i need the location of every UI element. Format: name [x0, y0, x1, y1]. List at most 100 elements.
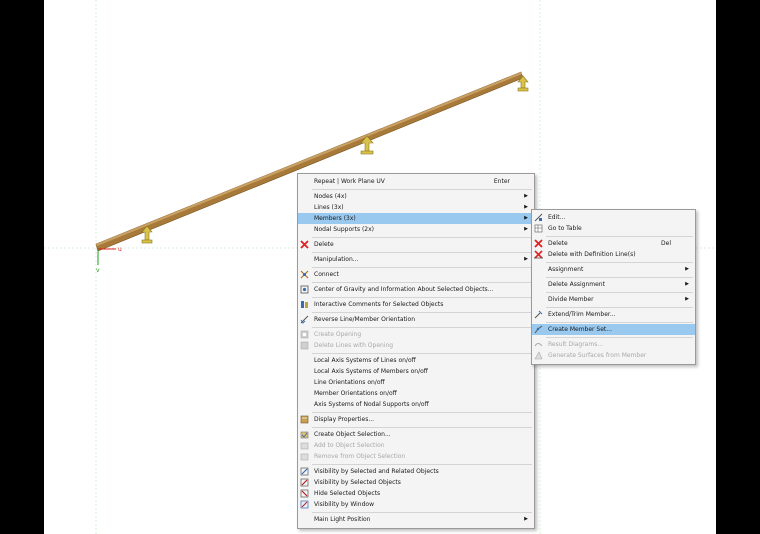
menu-item-lines-3x[interactable]: Lines (3x) ▶ [298, 202, 534, 213]
menu-item-hide-selected-objects[interactable]: Hide Selected Objects [298, 488, 534, 499]
menu-item-label: Result Diagrams... [548, 341, 604, 348]
menu-item-label: Visibility by Selected Objects [314, 479, 401, 486]
menu-separator [546, 236, 693, 237]
menu-item-delete[interactable]: Delete Del [532, 238, 695, 249]
menu-separator [312, 427, 532, 428]
menu-item-delete-lines-with-opening: Delete Lines with Opening [298, 340, 534, 351]
menu-separator [312, 312, 532, 313]
menu-item-label: Manipulation... [314, 256, 359, 263]
menu-separator [312, 412, 532, 413]
menu-item-label: Remove from Object Selection [314, 453, 406, 460]
menu-item-manipulation[interactable]: Manipulation... ▶ [298, 254, 534, 265]
menu-item-label: Members (3x) [314, 215, 356, 222]
menu-separator [312, 189, 532, 190]
axis-u-label: u [118, 246, 122, 253]
remove-selection-icon [300, 453, 309, 461]
menu-item-result-diagrams: Result Diagrams... [532, 339, 695, 350]
menu-item-go-to-table[interactable]: Go to Table [532, 223, 695, 234]
menu-separator [546, 307, 693, 308]
connect-icon [300, 270, 309, 279]
menu-item-label: Create Object Selection... [314, 431, 391, 438]
menu-item-extend-trim-member[interactable]: Extend/Trim Member... [532, 309, 695, 320]
menu-item-visibility-by-window[interactable]: Visibility by Window [298, 499, 534, 510]
submenu-arrow-icon: ▶ [524, 215, 528, 221]
menu-item-shortcut: Enter [493, 178, 510, 185]
menu-item-label: Delete [314, 241, 334, 248]
hide-selected-icon [300, 489, 309, 498]
menu-item-center-of-gravity-and-information-about-selected-objects[interactable]: Center of Gravity and Information About … [298, 284, 534, 295]
menu-item-divide-member[interactable]: Divide Member ▶ [532, 294, 695, 305]
menu-item-assignment[interactable]: Assignment ▶ [532, 264, 695, 275]
menu-item-label: Visibility by Window [314, 501, 374, 508]
menu-separator [312, 464, 532, 465]
menu-item-delete-assignment[interactable]: Delete Assignment ▶ [532, 279, 695, 290]
menu-item-label: Repeat | Work Plane UV [314, 178, 385, 185]
menu-item-visibility-by-selected-objects[interactable]: Visibility by Selected Objects [298, 477, 534, 488]
create-selection-icon [300, 431, 309, 439]
menu-item-delete[interactable]: Delete [298, 239, 534, 250]
menu-item-label: Lines (3x) [314, 204, 344, 211]
menu-item-generate-surfaces-from-member: Generate Surfaces from Member [532, 350, 695, 361]
visibility-window-icon [300, 500, 309, 509]
menu-item-display-properties[interactable]: Display Properties... [298, 414, 534, 425]
menu-item-delete-with-definition-line-s[interactable]: Delete with Definition Line(s) [532, 249, 695, 260]
menu-item-label: Member Orientations on/off [314, 390, 397, 397]
menu-item-create-object-selection[interactable]: Create Object Selection... [298, 429, 534, 440]
menu-separator [312, 512, 532, 513]
menu-item-add-to-object-selection: Add to Object Selection [298, 440, 534, 451]
menu-item-label: Nodes (4x) [314, 193, 347, 200]
context-menu: Repeat | Work Plane UV Enter Nodes (4x) ▶ Li… [297, 173, 535, 529]
submenu-arrow-icon: ▶ [524, 226, 528, 232]
menu-item-connect[interactable]: Connect [298, 269, 534, 280]
menu-separator [312, 267, 532, 268]
create-opening-icon [300, 330, 309, 339]
display-properties-icon [300, 415, 309, 424]
menu-separator [546, 322, 693, 323]
menu-item-create-opening: Create Opening [298, 329, 534, 340]
menu-item-nodes-4x[interactable]: Nodes (4x) ▶ [298, 191, 534, 202]
menu-item-label: Visibility by Selected and Related Objec… [314, 468, 439, 475]
submenu-arrow-icon: ▶ [524, 516, 528, 522]
menu-item-reverse-line-member-orientation[interactable]: Reverse Line/Member Orientation [298, 314, 534, 325]
submenu-arrow-icon: ▶ [685, 296, 689, 302]
menu-item-label: Create Opening [314, 331, 362, 338]
menu-item-main-light-position[interactable]: Main Light Position ▶ [298, 514, 534, 525]
visibility-related-icon [300, 467, 309, 476]
menu-item-label: Create Member Set... [548, 326, 613, 333]
extend-trim-icon [534, 310, 543, 319]
menu-separator [546, 262, 693, 263]
menu-item-label: Generate Surfaces from Member [548, 352, 647, 359]
menu-item-axis-systems-of-nodal-supports-on-off[interactable]: Axis Systems of Nodal Supports on/off [298, 399, 534, 410]
menu-item-label: Connect [314, 271, 339, 278]
generate-surfaces-icon [534, 351, 543, 360]
menu-item-label: Main Light Position [314, 516, 371, 523]
menu-item-label: Reverse Line/Member Orientation [314, 316, 416, 323]
menu-item-member-orientations-on-off[interactable]: Member Orientations on/off [298, 388, 534, 399]
menu-item-label: Interactive Comments for Selected Object… [314, 301, 444, 308]
menu-item-members-3x[interactable]: Members (3x) ▶ [298, 213, 534, 224]
menu-item-label: Divide Member [548, 296, 594, 303]
menu-item-label: Hide Selected Objects [314, 490, 381, 497]
menu-item-interactive-comments-for-selected-objects[interactable]: Interactive Comments for Selected Object… [298, 299, 534, 310]
submenu-arrow-icon: ▶ [524, 256, 528, 262]
members-submenu: Edit... Go to Table Delete Del Delete with D… [531, 209, 696, 365]
menu-item-label: Local Axis Systems of Lines on/off [314, 357, 416, 364]
result-diagrams-icon [534, 343, 543, 347]
menu-item-visibility-by-selected-and-related-objects[interactable]: Visibility by Selected and Related Objec… [298, 466, 534, 477]
menu-item-label: Axis Systems of Nodal Supports on/off [314, 401, 429, 408]
submenu-arrow-icon: ▶ [524, 204, 528, 210]
menu-separator [312, 353, 532, 354]
menu-item-local-axis-systems-of-members-on-off[interactable]: Local Axis Systems of Members on/off [298, 366, 534, 377]
delete-icon [534, 239, 543, 248]
menu-item-create-member-set[interactable]: Create Member Set... [532, 324, 695, 335]
menu-item-label: Delete [548, 240, 568, 247]
submenu-arrow-icon: ▶ [524, 193, 528, 199]
menu-item-local-axis-systems-of-lines-on-off[interactable]: Local Axis Systems of Lines on/off [298, 355, 534, 366]
menu-item-edit[interactable]: Edit... [532, 212, 695, 223]
menu-item-label: Local Axis Systems of Members on/off [314, 368, 428, 375]
menu-item-label: Line Orientations on/off [314, 379, 385, 386]
menu-item-line-orientations-on-off[interactable]: Line Orientations on/off [298, 377, 534, 388]
menu-item-label: Extend/Trim Member... [548, 311, 616, 318]
menu-item-repeat-work-plane-uv[interactable]: Repeat | Work Plane UV Enter [298, 176, 534, 187]
menu-item-nodal-supports-2x[interactable]: Nodal Supports (2x) ▶ [298, 224, 534, 235]
